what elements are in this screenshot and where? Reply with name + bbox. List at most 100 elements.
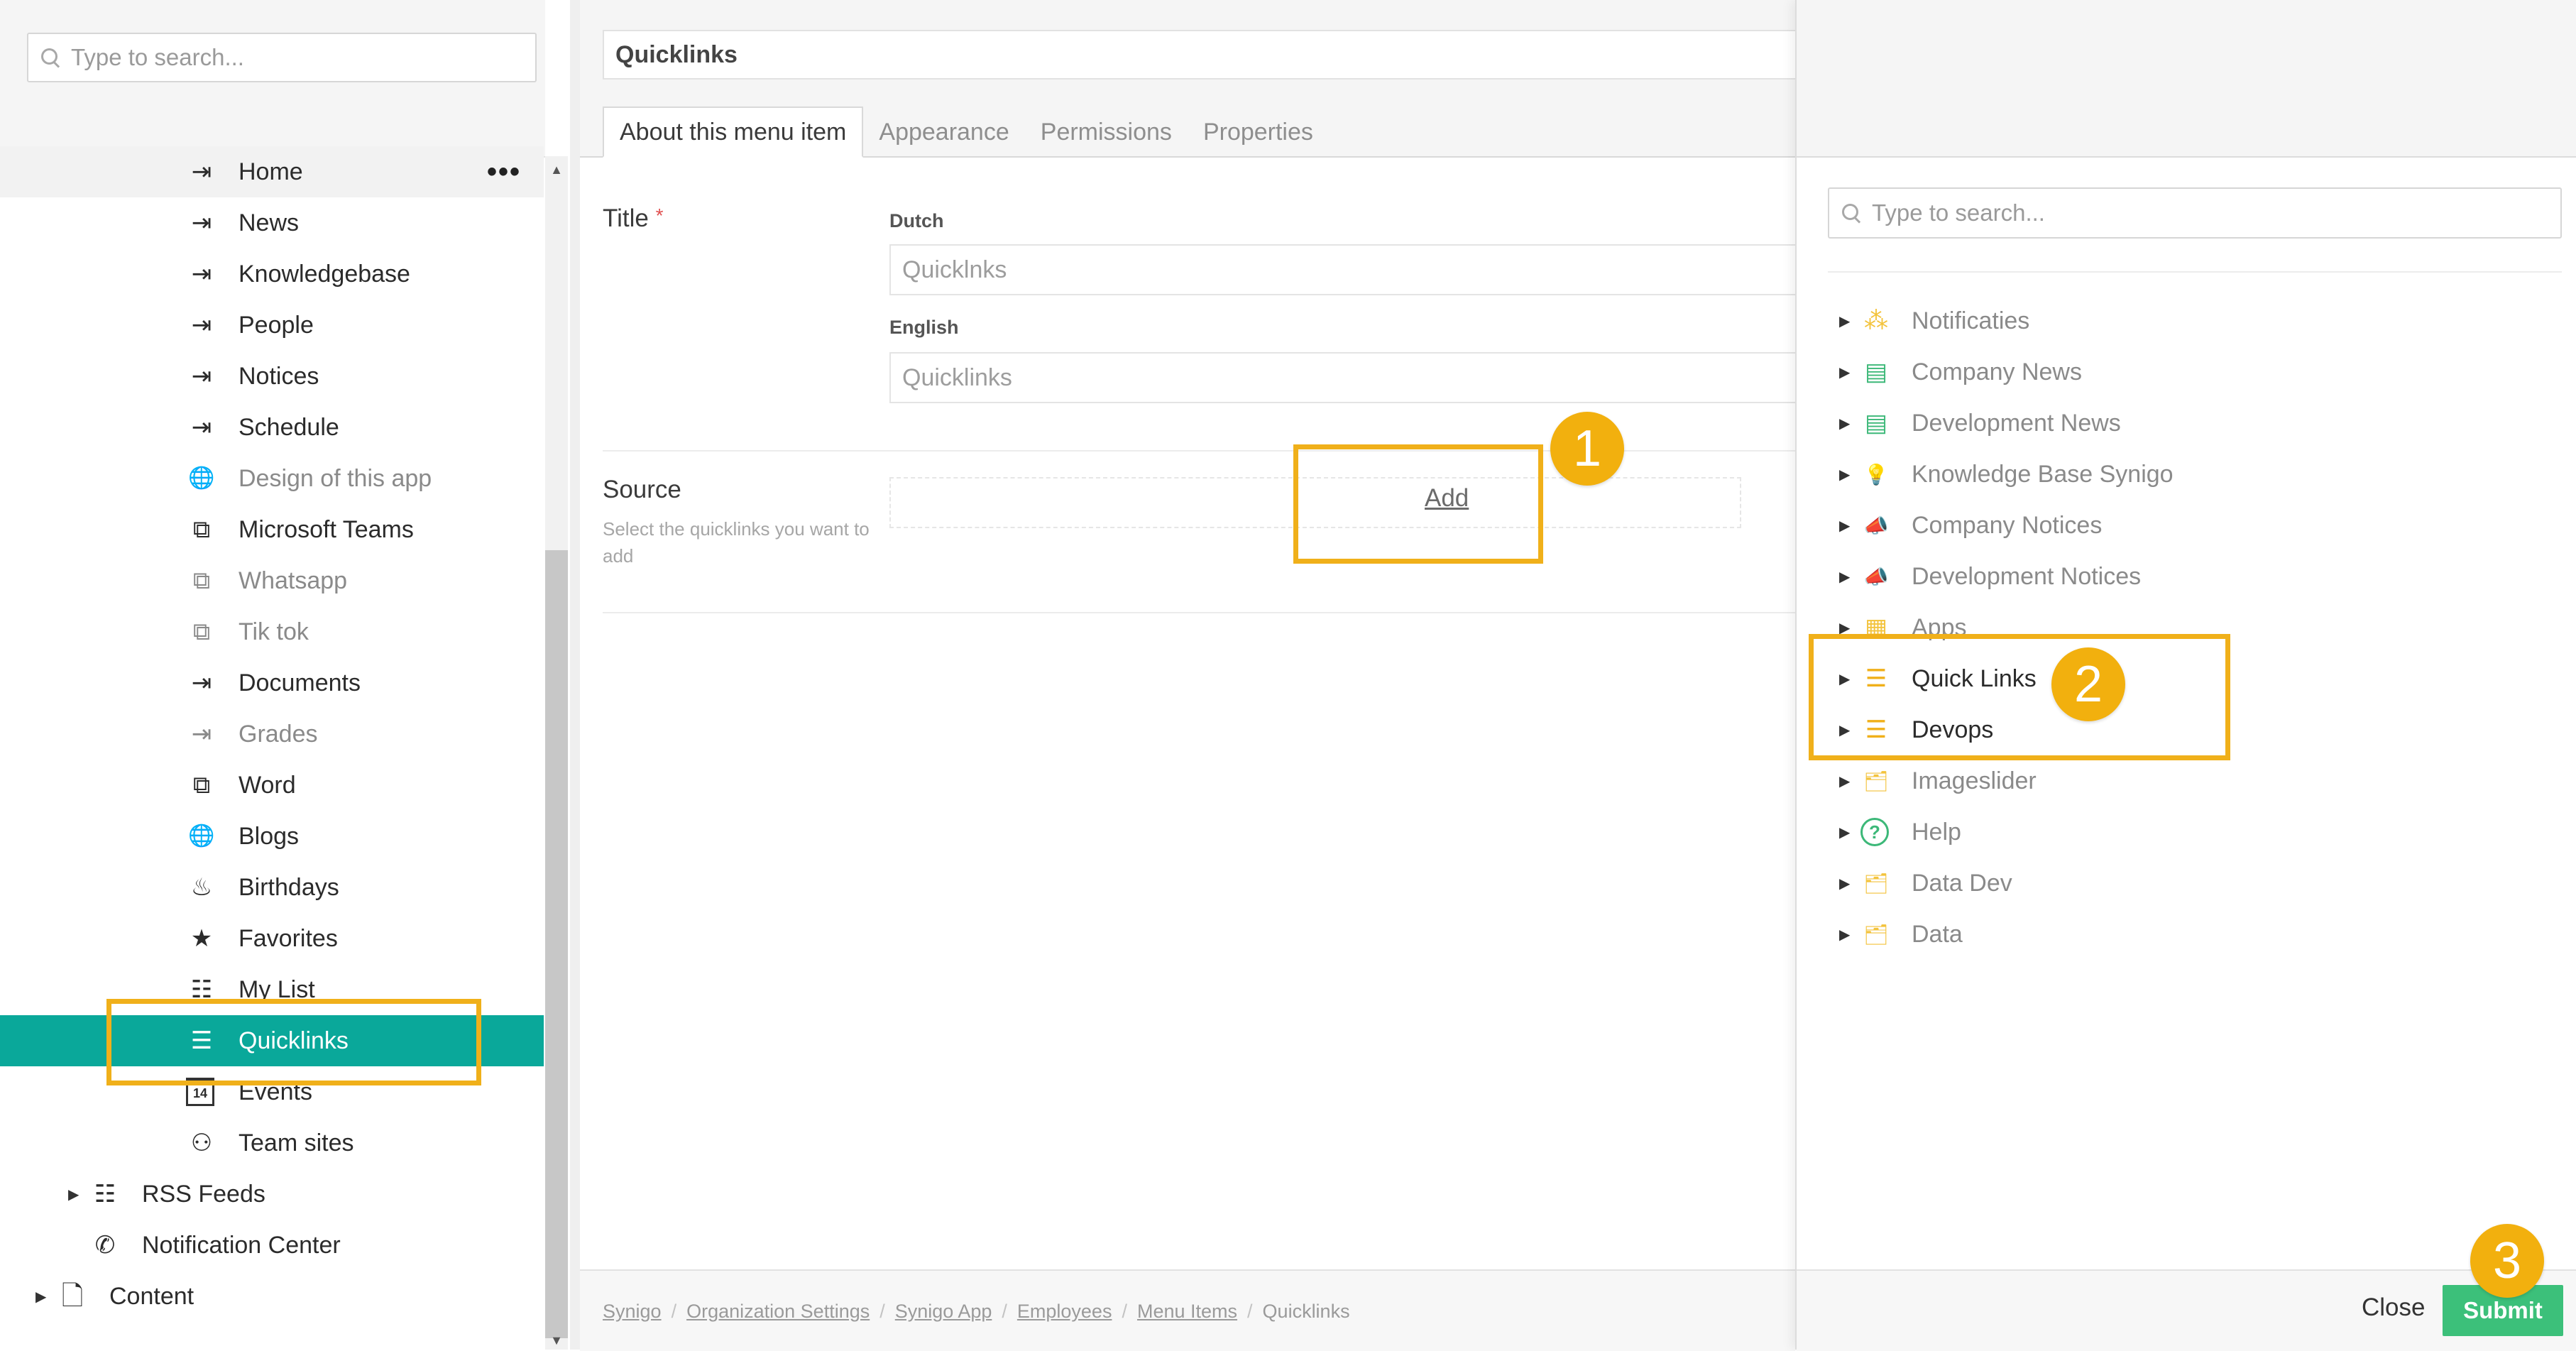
tree-item-schedule[interactable]: ⇥ Schedule bbox=[0, 402, 544, 453]
tree-item-grades[interactable]: ⇥ Grades bbox=[0, 709, 544, 760]
expand-caret-icon[interactable]: ▶ bbox=[1839, 517, 1850, 535]
newspaper-icon: ▤ bbox=[1864, 410, 1888, 437]
dutch-title-input[interactable]: Quicklnks bbox=[889, 244, 1812, 295]
editor-header: Quicklinks About this menu item Appearan… bbox=[580, 0, 1809, 158]
tab-properties[interactable]: Properties bbox=[1188, 106, 1329, 158]
tree-item-design[interactable]: 🌐 Design of this app bbox=[0, 453, 544, 504]
breadcrumb-item[interactable]: Synigo App bbox=[895, 1301, 992, 1323]
required-marker: * bbox=[655, 204, 664, 226]
image-folder-icon: 🗂 bbox=[1863, 923, 1889, 946]
expand-caret-icon[interactable]: ▶ bbox=[1839, 312, 1850, 330]
tree-item-notices[interactable]: ⇥ Notices bbox=[0, 351, 544, 402]
expand-caret-icon[interactable]: ▶ bbox=[1839, 926, 1850, 943]
tree-item-whatsapp[interactable]: ⧉ Whatsapp bbox=[0, 555, 544, 606]
shortcut-arrow-icon: ⇥ bbox=[191, 261, 212, 288]
shortcut-arrow-icon: ⇥ bbox=[191, 414, 212, 441]
breadcrumb-item[interactable]: Employees bbox=[1017, 1301, 1112, 1323]
sidebar-search-box[interactable] bbox=[27, 33, 537, 82]
source-item-company-news[interactable]: ▶ ▤ Company News bbox=[1797, 346, 2576, 398]
list-icon: ☷ bbox=[94, 1181, 116, 1208]
expand-caret-icon[interactable]: ▶ bbox=[1839, 466, 1850, 483]
breadcrumb-item[interactable]: Organization Settings bbox=[686, 1301, 870, 1323]
tree-item-favorites[interactable]: ★ Favorites bbox=[0, 913, 544, 964]
tree-item-label: Blogs bbox=[239, 822, 300, 850]
source-item-label: Company News bbox=[1912, 358, 2082, 385]
sidebar-search-input[interactable] bbox=[70, 43, 535, 72]
tab-about[interactable]: About this menu item bbox=[603, 106, 864, 158]
source-item-data-dev[interactable]: ▶ 🗂 Data Dev bbox=[1797, 858, 2576, 909]
external-link-icon: ⧉ bbox=[192, 516, 211, 543]
tree-item-team-sites[interactable]: ⚇ Team sites bbox=[0, 1117, 544, 1169]
tree-item-documents[interactable]: ⇥ Documents bbox=[0, 657, 544, 709]
megaphone-icon: 📣 bbox=[1863, 514, 1889, 537]
source-item-label: Data Dev bbox=[1912, 869, 2012, 897]
picker-search-input[interactable] bbox=[1870, 199, 2560, 227]
highlight-quick-links-devops bbox=[1809, 634, 2230, 760]
picker-search-box[interactable] bbox=[1828, 187, 2562, 239]
expand-caret-icon[interactable]: ▶ bbox=[35, 1288, 46, 1306]
expand-caret-icon[interactable]: ▶ bbox=[1839, 875, 1850, 892]
expand-caret-icon[interactable]: ▶ bbox=[1839, 363, 1850, 381]
external-link-icon: ⧉ bbox=[192, 772, 211, 799]
tree-item-tiktok[interactable]: ⧉ Tik tok bbox=[0, 606, 544, 657]
tree-item-label: Grades bbox=[239, 720, 318, 748]
source-item-label: Data bbox=[1912, 920, 1963, 948]
tree-item-label: Design of this app bbox=[239, 464, 432, 492]
scroll-down-icon[interactable]: ▼ bbox=[545, 1331, 568, 1350]
breadcrumb-separator: / bbox=[1247, 1301, 1253, 1322]
tree-item-home[interactable]: ⇥ Home ••• bbox=[0, 146, 544, 197]
source-item-label: Development Notices bbox=[1912, 562, 2142, 590]
source-item-help[interactable]: ▶ ? Help bbox=[1797, 806, 2576, 858]
breadcrumb-item[interactable]: Synigo bbox=[603, 1301, 662, 1323]
source-item-label: Imageslider bbox=[1912, 767, 2037, 794]
highlight-quicklinks bbox=[106, 999, 481, 1085]
tree-item-microsoft-teams[interactable]: ⧉ Microsoft Teams bbox=[0, 504, 544, 555]
source-item-development-notices[interactable]: ▶ 📣 Development Notices bbox=[1797, 551, 2576, 602]
tree-item-rss-feeds[interactable]: ▶ ☷ RSS Feeds bbox=[0, 1169, 544, 1220]
source-item-label: Help bbox=[1912, 818, 1961, 846]
shortcut-arrow-icon: ⇥ bbox=[191, 363, 212, 390]
newspaper-icon: ▤ bbox=[1864, 359, 1888, 385]
close-button[interactable]: Close bbox=[2362, 1293, 2425, 1322]
shortcut-arrow-icon: ⇥ bbox=[191, 312, 212, 339]
header-title: Quicklinks bbox=[603, 30, 1809, 80]
tree-item-label: Team sites bbox=[239, 1129, 354, 1156]
source-item-notificaties[interactable]: ▶ ⁂ Notificaties bbox=[1797, 295, 2576, 346]
tree-item-birthdays[interactable]: ♨ Birthdays bbox=[0, 862, 544, 913]
sidebar-scroll-thumb[interactable] bbox=[545, 550, 568, 1338]
more-options-icon[interactable]: ••• bbox=[487, 156, 521, 188]
tree-item-label: Knowledgebase bbox=[239, 260, 410, 288]
expand-caret-icon[interactable]: ▶ bbox=[1839, 824, 1850, 841]
tree-item-word[interactable]: ⧉ Word bbox=[0, 760, 544, 811]
help-icon: ? bbox=[1860, 818, 1889, 846]
tree-item-news[interactable]: ⇥ News bbox=[0, 197, 544, 248]
expand-caret-icon[interactable]: ▶ bbox=[1839, 772, 1850, 790]
section-divider bbox=[603, 612, 1809, 613]
tree-item-people[interactable]: ⇥ People bbox=[0, 300, 544, 351]
tab-appearance[interactable]: Appearance bbox=[863, 106, 1024, 158]
tree-item-label: Notification Center bbox=[142, 1231, 341, 1259]
source-item-data[interactable]: ▶ 🗂 Data bbox=[1797, 909, 2576, 960]
source-item-knowledge-base[interactable]: ▶ 💡 Knowledge Base Synigo bbox=[1797, 449, 2576, 500]
english-title-input[interactable]: Quicklinks bbox=[889, 352, 1812, 403]
tab-permissions[interactable]: Permissions bbox=[1025, 106, 1188, 158]
breadcrumb-item[interactable]: Menu Items bbox=[1137, 1301, 1237, 1323]
source-item-imageslider[interactable]: ▶ 🗂 Imageslider bbox=[1797, 755, 2576, 806]
tree-item-blogs[interactable]: 🌐 Blogs bbox=[0, 811, 544, 862]
title-label-text: Title bbox=[603, 204, 649, 232]
source-item-company-notices[interactable]: ▶ 📣 Company Notices bbox=[1797, 500, 2576, 551]
tree-item-label: Whatsapp bbox=[239, 567, 348, 594]
tree-item-label: RSS Feeds bbox=[142, 1180, 265, 1208]
dutch-label: Dutch bbox=[889, 210, 944, 231]
tree-item-content[interactable]: ▶ 🗋 Content bbox=[0, 1271, 544, 1322]
tree-item-label: Notices bbox=[239, 362, 319, 390]
tree-item-notification-center[interactable]: ✆ Notification Center bbox=[0, 1220, 544, 1271]
scroll-up-icon[interactable]: ▲ bbox=[545, 160, 568, 179]
expand-caret-icon[interactable]: ▶ bbox=[1839, 415, 1850, 432]
expand-caret-icon[interactable]: ▶ bbox=[68, 1186, 79, 1203]
source-item-development-news[interactable]: ▶ ▤ Development News bbox=[1797, 398, 2576, 449]
sitemap-icon: ⚇ bbox=[190, 1130, 213, 1156]
expand-caret-icon[interactable]: ▶ bbox=[1839, 568, 1850, 586]
document-icon: 🗋 bbox=[61, 1281, 84, 1311]
tree-item-knowledgebase[interactable]: ⇥ Knowledgebase bbox=[0, 248, 544, 300]
